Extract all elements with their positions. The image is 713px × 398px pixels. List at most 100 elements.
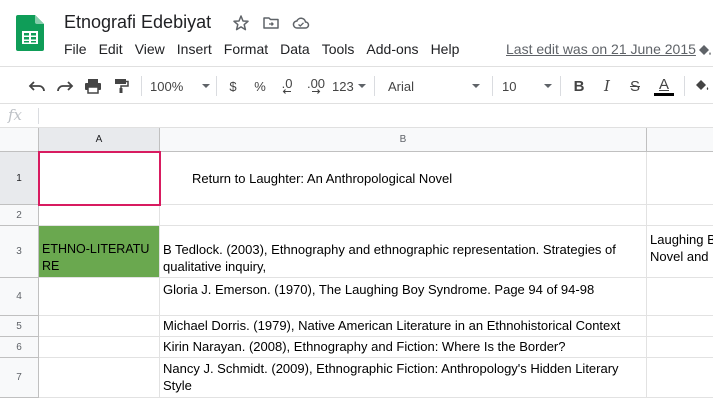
- menu-view[interactable]: View: [129, 40, 171, 60]
- cell-c3[interactable]: Laughing Boy: Novel and: [647, 226, 713, 278]
- cell-c6[interactable]: [647, 337, 713, 358]
- cell-b7[interactable]: Nancy J. Schmidt. (2009), Ethnographic F…: [160, 358, 647, 398]
- arrow-left-icon: [282, 89, 291, 94]
- cell-b3[interactable]: B Tedlock. (2003), Ethnography and ethno…: [160, 226, 647, 278]
- more-formats-select[interactable]: 123: [332, 67, 366, 105]
- column-header-a[interactable]: A: [39, 128, 160, 152]
- text-color-label: A: [658, 75, 669, 93]
- cell-a3-text: ETHNO-LITERATURE: [42, 242, 150, 273]
- row-header-5[interactable]: 5: [0, 316, 39, 337]
- fill-color-button[interactable]: [692, 67, 712, 105]
- zoom-select[interactable]: 100%: [150, 67, 210, 105]
- star-icon[interactable]: [232, 14, 250, 32]
- cell-c5[interactable]: [647, 316, 713, 337]
- fx-icon: fx: [8, 106, 23, 124]
- move-folder-icon[interactable]: [262, 14, 280, 32]
- strikethrough-label: S: [629, 77, 640, 95]
- toolbar-divider: [374, 76, 375, 96]
- cell-a2[interactable]: [39, 205, 160, 226]
- paint-format-icon: [115, 79, 129, 93]
- percent-label: %: [254, 78, 266, 94]
- cell-b6[interactable]: Kirin Narayan. (2008), Ethnography and F…: [160, 337, 647, 358]
- toolbar-divider: [492, 76, 493, 96]
- bold-label: B: [573, 77, 585, 95]
- formula-input[interactable]: [44, 104, 712, 128]
- percent-button[interactable]: %: [250, 67, 270, 105]
- chevron-down-icon: [472, 84, 480, 88]
- print-icon: [85, 79, 101, 94]
- chevron-down-icon: [202, 84, 210, 88]
- cell-b6-text: Kirin Narayan. (2008), Ethnography and F…: [163, 339, 566, 354]
- cell-a1[interactable]: [39, 152, 160, 205]
- cell-a5[interactable]: [39, 316, 160, 337]
- menu-edit[interactable]: Edit: [93, 40, 129, 60]
- cell-c2[interactable]: [647, 205, 713, 226]
- row-header-4[interactable]: 4: [0, 278, 39, 316]
- menu-help[interactable]: Help: [425, 40, 466, 60]
- toolbar-divider: [684, 76, 685, 96]
- cloud-status-icon[interactable]: [292, 14, 310, 32]
- toolbar-divider: [141, 76, 142, 96]
- row-header-3[interactable]: 3: [0, 226, 39, 278]
- currency-label: $: [229, 78, 237, 94]
- column-header-b[interactable]: B: [160, 128, 647, 152]
- italic-button[interactable]: I: [598, 67, 616, 105]
- app-header: Etnografi Edebiyat File Edit View Insert…: [0, 0, 713, 66]
- menu-file[interactable]: File: [58, 40, 93, 60]
- document-title[interactable]: Etnografi Edebiyat: [64, 12, 211, 33]
- undo-button[interactable]: [26, 67, 48, 105]
- cell-b3-text: B Tedlock. (2003), Ethnography and ethno…: [163, 242, 616, 274]
- cell-b1-text: Return to Laughter: An Anthropological N…: [192, 170, 453, 186]
- currency-button[interactable]: $: [224, 67, 242, 105]
- fill-color-icon[interactable]: [696, 44, 713, 58]
- text-color-button[interactable]: A: [652, 67, 676, 105]
- print-button[interactable]: [82, 67, 104, 105]
- cell-a4[interactable]: [39, 278, 160, 316]
- row-header-2[interactable]: 2: [0, 205, 39, 226]
- cell-b4[interactable]: Gloria J. Emerson. (1970), The Laughing …: [160, 278, 647, 316]
- decrease-decimal-button[interactable]: .0: [276, 67, 298, 105]
- menu-tools[interactable]: Tools: [316, 40, 361, 60]
- menu-format[interactable]: Format: [218, 40, 274, 60]
- cell-c1[interactable]: [647, 152, 713, 205]
- last-edit-link[interactable]: Last edit was on 21 June 2015: [506, 40, 696, 58]
- increase-decimal-label: .00: [306, 76, 326, 91]
- menu-bar: File Edit View Insert Format Data Tools …: [58, 40, 465, 60]
- cell-a7[interactable]: [39, 358, 160, 398]
- font-size-value: 10: [502, 78, 517, 94]
- cell-b5-text: Michael Dorris. (1979), Native American …: [163, 318, 621, 333]
- chevron-down-icon: [358, 84, 366, 88]
- strikethrough-button[interactable]: S: [626, 67, 644, 105]
- zoom-value: 100%: [150, 78, 184, 94]
- toolbar: 100% $ % .0 .00 123 Arial 10 B I S A: [0, 66, 713, 104]
- font-family-select[interactable]: Arial: [388, 67, 480, 105]
- text-color-swatch: [654, 92, 674, 96]
- cell-c7[interactable]: [647, 358, 713, 398]
- cell-b5[interactable]: Michael Dorris. (1979), Native American …: [160, 316, 647, 337]
- formula-bar: fx: [0, 104, 713, 128]
- cell-b2[interactable]: [160, 205, 647, 226]
- menu-addons[interactable]: Add-ons: [360, 40, 424, 60]
- menu-insert[interactable]: Insert: [171, 40, 218, 60]
- cell-a3[interactable]: ETHNO-LITERATURE: [39, 226, 160, 278]
- sheets-logo-icon[interactable]: [16, 15, 44, 51]
- cell-a6[interactable]: [39, 337, 160, 358]
- redo-button[interactable]: [54, 67, 76, 105]
- paint-format-button[interactable]: [110, 67, 132, 105]
- cell-b7-text: Nancy J. Schmidt. (2009), Ethnographic F…: [163, 361, 619, 393]
- spreadsheet-grid: A B 1 2 3 4 5 6 7 Return to Laughter: An…: [0, 128, 713, 398]
- increase-decimal-button[interactable]: .00: [304, 67, 328, 105]
- arrow-right-icon: [312, 89, 321, 94]
- row-header-6[interactable]: 6: [0, 337, 39, 358]
- menu-data[interactable]: Data: [274, 40, 316, 60]
- cell-c4[interactable]: [647, 278, 713, 316]
- font-size-select[interactable]: 10: [502, 67, 552, 105]
- row-header-7[interactable]: 7: [0, 358, 39, 398]
- paint-bucket-icon: [696, 80, 709, 90]
- column-header-c[interactable]: [647, 128, 713, 152]
- row-header-1[interactable]: 1: [0, 152, 39, 205]
- toolbar-divider: [216, 76, 217, 96]
- cell-b1[interactable]: Return to Laughter: An Anthropological N…: [160, 152, 647, 205]
- bold-button[interactable]: B: [570, 67, 588, 105]
- select-all-corner[interactable]: [0, 128, 39, 152]
